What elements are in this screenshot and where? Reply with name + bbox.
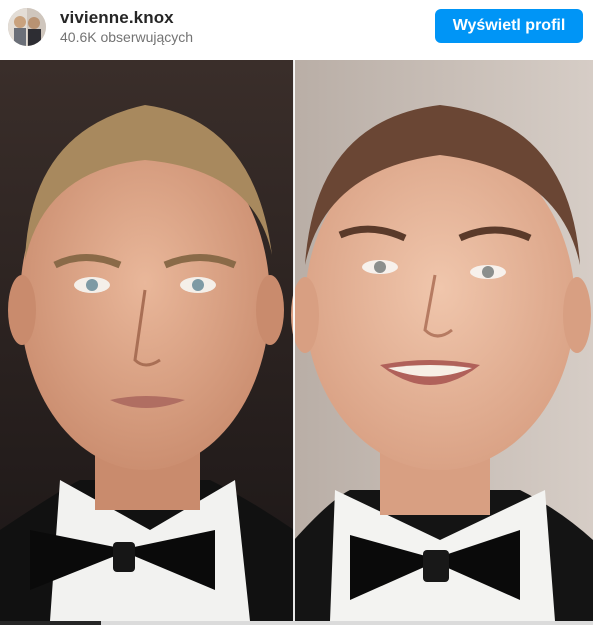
media-progress-bar — [0, 621, 593, 625]
post-header: vivienne.knox 40.6K obserwujących Wyświe… — [0, 0, 593, 60]
follower-count: 40.6K obserwujących — [60, 29, 194, 45]
post-image[interactable] — [0, 60, 593, 621]
view-profile-button[interactable]: Wyświetl profil — [435, 9, 583, 43]
media-progress-fill — [0, 621, 101, 625]
profile-avatar[interactable] — [8, 8, 46, 46]
right-portrait — [291, 60, 593, 621]
left-portrait — [0, 60, 294, 621]
username[interactable]: vivienne.knox — [60, 8, 174, 28]
